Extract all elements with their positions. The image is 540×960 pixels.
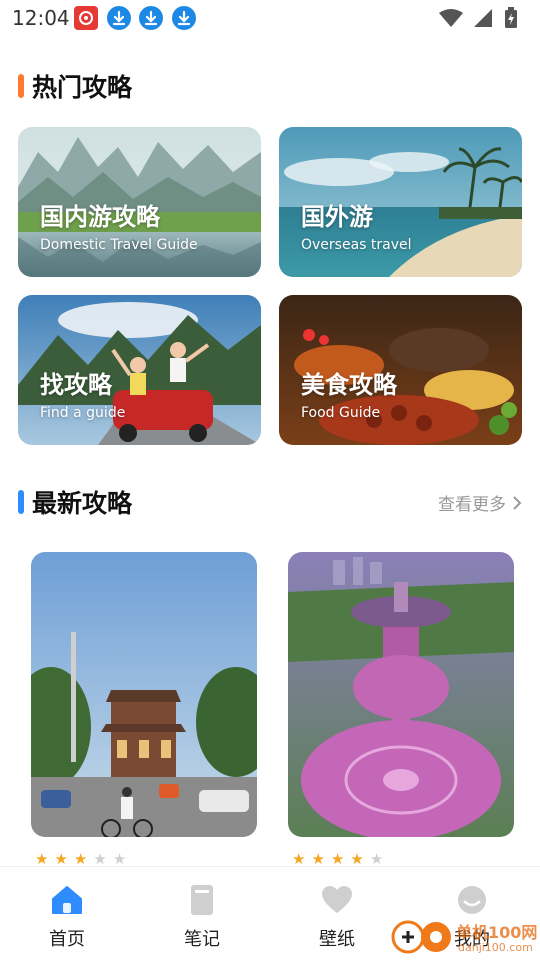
- status-right-icons: [430, 7, 540, 30]
- app-screen: 12:04 热门攻略 国内游攻略 Domestic Travel Guide 国…: [0, 0, 540, 960]
- download-icon: [107, 6, 131, 30]
- battery-charging-icon: [505, 7, 517, 28]
- status-bar: 12:04: [0, 0, 540, 38]
- nav-item-wallpaper[interactable]: 壁纸: [292, 885, 382, 955]
- download-icon: [139, 6, 163, 30]
- hot-section-title: 热门攻略: [32, 73, 133, 102]
- latest-image-street: [31, 552, 257, 837]
- latest-card-1[interactable]: [31, 552, 257, 837]
- card-subtitle: Food Guide: [301, 405, 381, 421]
- home-icon: [52, 886, 82, 914]
- download-icon: [172, 6, 196, 30]
- watermark-logo: 单机100网 danji100.com: [388, 915, 540, 960]
- card-subtitle: Find a guide: [40, 405, 126, 421]
- card-title: 找攻略: [40, 371, 112, 399]
- card-title: 国内游攻略: [40, 203, 160, 231]
- latest-card-2[interactable]: [288, 552, 514, 837]
- nav-label: 首页: [49, 929, 85, 950]
- status-time: 12:04: [12, 6, 70, 30]
- nav-item-notes[interactable]: 笔记: [157, 885, 247, 955]
- card-subtitle: Overseas travel: [301, 237, 412, 253]
- signal-icon: [474, 9, 492, 27]
- card-domestic-travel[interactable]: 国内游攻略 Domestic Travel Guide: [18, 127, 261, 277]
- latest-section-header: 最新攻略: [18, 485, 132, 519]
- watermark-domain: danji100.com: [458, 941, 533, 954]
- card-find-guide[interactable]: 找攻略 Find a guide: [18, 295, 261, 445]
- nav-label: 壁纸: [319, 929, 355, 950]
- view-more-link[interactable]: 查看更多: [438, 490, 522, 515]
- nav-label: 笔记: [184, 929, 220, 950]
- heart-icon: [322, 886, 352, 913]
- view-more-label: 查看更多: [438, 495, 506, 515]
- notebook-icon: [191, 885, 213, 915]
- latest-section-title: 最新攻略: [32, 489, 133, 518]
- section-accent-bar: [18, 74, 24, 98]
- nav-item-home[interactable]: 首页: [22, 885, 112, 955]
- app-red-icon: [74, 6, 98, 30]
- card-title: 美食攻略: [301, 371, 397, 399]
- section-accent-bar: [18, 490, 24, 514]
- card-overseas-travel[interactable]: 国外游 Overseas travel: [279, 127, 522, 277]
- watermark-text: 单机100网: [456, 923, 538, 942]
- wifi-icon: [439, 9, 463, 27]
- chevron-right-icon: [513, 495, 522, 510]
- card-food-guide[interactable]: 美食攻略 Food Guide: [279, 295, 522, 445]
- card-title: 国外游: [301, 203, 373, 231]
- avatar-icon: [458, 886, 486, 914]
- hot-section-header: 热门攻略: [18, 69, 132, 103]
- card-subtitle: Domestic Travel Guide: [40, 237, 198, 253]
- latest-image-aerial: [288, 552, 514, 837]
